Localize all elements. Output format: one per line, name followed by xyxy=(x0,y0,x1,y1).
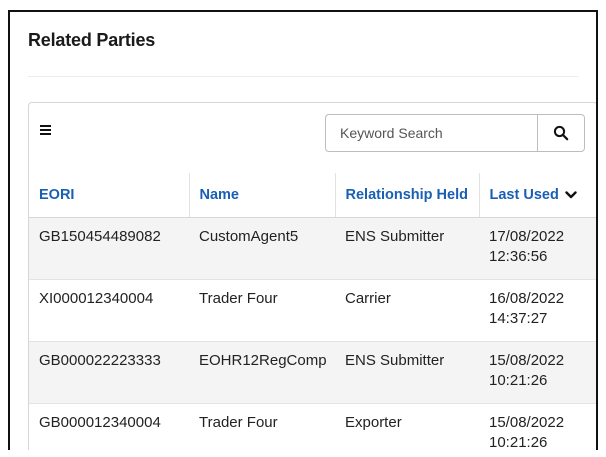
table-row[interactable]: GB000012340004 Trader Four Exporter 15/0… xyxy=(29,403,596,450)
last-used-date: 17/08/2022 xyxy=(489,228,565,245)
cell-eori: GB000022223333 xyxy=(29,341,189,404)
keyword-search-group xyxy=(325,114,585,152)
cell-last-used: 15/08/2022 10:21:26 xyxy=(479,403,596,450)
column-header-relationship-held[interactable]: Relationship Held xyxy=(335,173,480,218)
cell-last-used: 15/08/2022 10:21:26 xyxy=(479,341,596,404)
last-used-time: 10:21:26 xyxy=(489,372,548,389)
section-title: Related Parties xyxy=(28,30,156,50)
search-button[interactable] xyxy=(537,114,585,152)
cell-name: CustomAgent5 xyxy=(189,217,335,280)
cell-relationship: Carrier xyxy=(335,279,479,342)
last-used-date: 16/08/2022 xyxy=(489,290,565,307)
cell-name: Trader Four xyxy=(189,403,335,450)
chevron-down-icon xyxy=(565,191,577,199)
column-header-label: Last Used xyxy=(489,187,559,203)
last-used-time: 10:21:26 xyxy=(489,434,548,450)
cell-last-used: 16/08/2022 14:37:27 xyxy=(479,279,596,342)
title-divider xyxy=(28,76,578,77)
cell-relationship: Exporter xyxy=(335,403,479,450)
last-used-time: 14:37:27 xyxy=(489,310,548,327)
column-header-label: Relationship Held xyxy=(345,187,468,203)
column-header-name[interactable]: Name xyxy=(189,173,336,218)
cell-name: Trader Four xyxy=(189,279,335,342)
keyword-search-input[interactable] xyxy=(325,114,537,152)
column-header-label: Name xyxy=(199,187,240,203)
column-header-last-used[interactable]: Last Used xyxy=(479,173,596,218)
hamburger-menu-icon[interactable] xyxy=(40,125,52,137)
column-header-eori[interactable]: EORI xyxy=(29,173,190,218)
related-parties-panel: Related Parties EORI xyxy=(8,10,598,450)
cell-last-used: 17/08/2022 12:36:56 xyxy=(479,217,596,280)
cell-eori: GB150454489082 xyxy=(29,217,189,280)
last-used-date: 15/08/2022 xyxy=(489,414,565,431)
table-header-row: EORI Name Relationship Held Last Used xyxy=(29,173,596,218)
table-row[interactable]: GB150454489082 CustomAgent5 ENS Submitte… xyxy=(29,217,596,280)
column-header-label: EORI xyxy=(39,187,75,203)
cell-relationship: ENS Submitter xyxy=(335,341,479,404)
cell-relationship: ENS Submitter xyxy=(335,217,479,280)
last-used-time: 12:36:56 xyxy=(489,248,548,265)
last-used-date: 15/08/2022 xyxy=(489,352,565,369)
search-icon xyxy=(553,125,569,141)
table-row[interactable]: GB000022223333 EOHR12RegComp ENS Submitt… xyxy=(29,341,596,404)
related-parties-table: EORI Name Relationship Held Last Used GB… xyxy=(29,173,596,450)
cell-eori: GB000012340004 xyxy=(29,403,189,450)
related-parties-card: EORI Name Relationship Held Last Used GB… xyxy=(28,102,596,450)
cell-eori: XI000012340004 xyxy=(29,279,189,342)
cell-name: EOHR12RegComp xyxy=(189,341,335,404)
table-row[interactable]: XI000012340004 Trader Four Carrier 16/08… xyxy=(29,279,596,342)
